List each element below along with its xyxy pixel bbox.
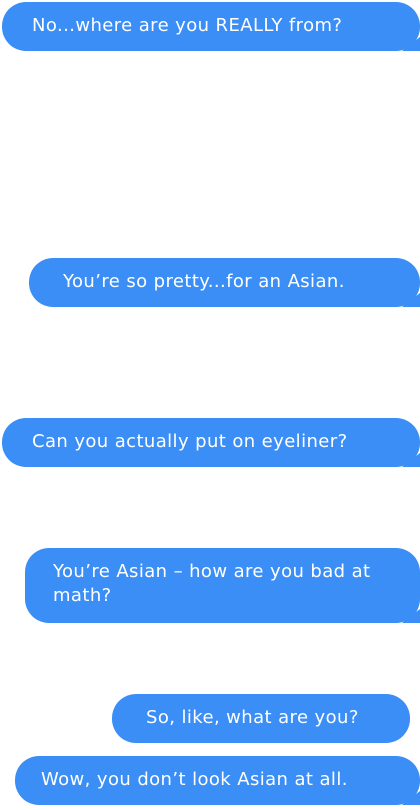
- bubble-tail: [402, 453, 420, 467]
- message-bubble: You’re Asian – how are you bad at math?: [25, 548, 420, 623]
- message-text: No...where are you REALLY from?: [32, 15, 343, 36]
- message-text: You’re so pretty...for an Asian.: [63, 271, 345, 292]
- message-bubble: Wow, you don’t look Asian at all.: [15, 756, 420, 805]
- bubble-tail: [402, 791, 420, 805]
- bubble-tail: [402, 293, 420, 307]
- message-text: You’re Asian – how are you bad at math?: [53, 561, 371, 606]
- message-text: Can you actually put on eyeliner?: [32, 431, 348, 452]
- message-bubble: No...where are you REALLY from?: [2, 2, 420, 51]
- bubble-tail: [402, 37, 420, 51]
- message-text: So, like, what are you?: [146, 707, 359, 728]
- message-bubble: You’re so pretty...for an Asian.: [29, 258, 420, 307]
- bubble-tail: [402, 609, 420, 623]
- message-bubble: So, like, what are you?: [112, 694, 410, 743]
- message-bubble: Can you actually put on eyeliner?: [2, 418, 420, 467]
- message-text: Wow, you don’t look Asian at all.: [41, 769, 348, 790]
